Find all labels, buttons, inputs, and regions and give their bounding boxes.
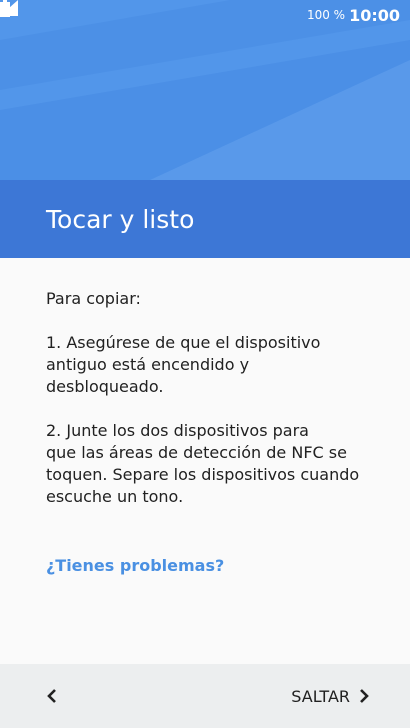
title-band: Tocar y listo: [0, 180, 410, 258]
battery-icon: [0, 0, 10, 17]
page-title: Tocar y listo: [46, 204, 195, 234]
trouble-link[interactable]: ¿Tienes problemas?: [46, 556, 224, 575]
skip-button-label: SALTAR: [291, 686, 350, 706]
instruction-step-1: 1. Asegúrese de que el dispositivo antig…: [46, 333, 321, 396]
status-bar: 100 % 10:00: [0, 0, 410, 30]
hero-banner: 100 % 10:00: [0, 0, 410, 180]
instructions: Para copiar: 1. Asegúrese de que el disp…: [46, 288, 386, 530]
bottom-nav-bar: SALTAR: [0, 664, 410, 728]
chevron-left-icon: [47, 689, 56, 703]
instructions-intro: Para copiar:: [46, 289, 141, 308]
battery-percent: 100 %: [306, 8, 346, 22]
back-button[interactable]: [36, 680, 68, 712]
chevron-right-icon: [360, 689, 369, 703]
skip-button[interactable]: SALTAR: [291, 680, 370, 712]
instruction-step-2: 2. Junte los dos dispositivos para que l…: [46, 421, 360, 506]
status-clock: 10:00: [349, 5, 400, 25]
